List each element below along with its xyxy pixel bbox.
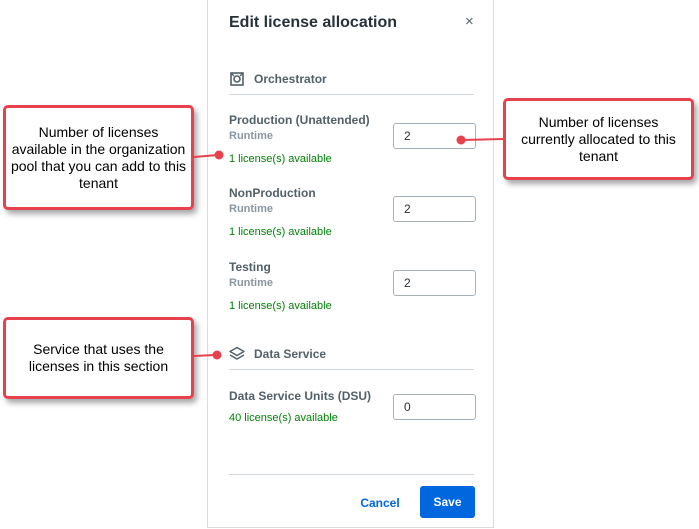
- connector-allocated: [456, 135, 504, 145]
- callout-connectors: [193, 135, 504, 360]
- connector-service: [193, 350, 222, 360]
- connector-available-pool: [193, 150, 224, 160]
